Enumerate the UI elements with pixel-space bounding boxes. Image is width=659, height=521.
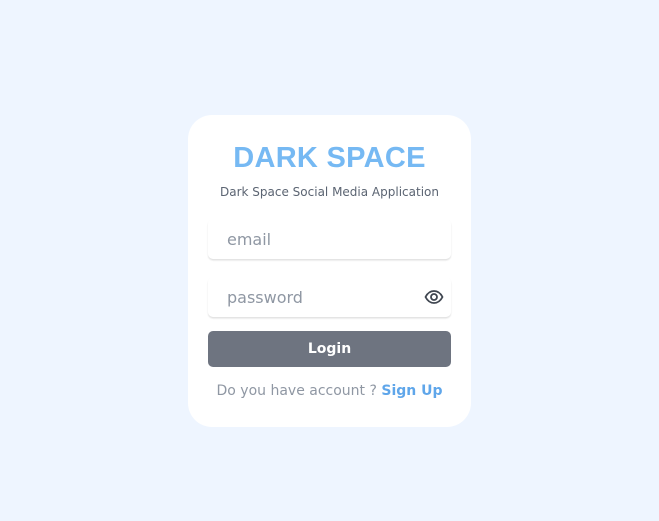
eye-icon[interactable]: [424, 288, 444, 306]
app-subtitle: Dark Space Social Media Application: [220, 185, 439, 199]
signup-prompt-text: Do you have account ?: [216, 383, 382, 399]
login-card: DARK SPACE Dark Space Social Media Appli…: [188, 115, 471, 427]
email-input[interactable]: [208, 219, 451, 259]
password-field-container: [208, 277, 451, 317]
signup-link[interactable]: Sign Up: [381, 383, 442, 399]
password-input[interactable]: [208, 277, 451, 317]
app-title: DARK SPACE: [233, 142, 426, 174]
login-button[interactable]: Login: [208, 331, 451, 367]
signup-prompt: Do you have account ? Sign Up: [188, 383, 471, 399]
email-field-container: [208, 219, 451, 259]
